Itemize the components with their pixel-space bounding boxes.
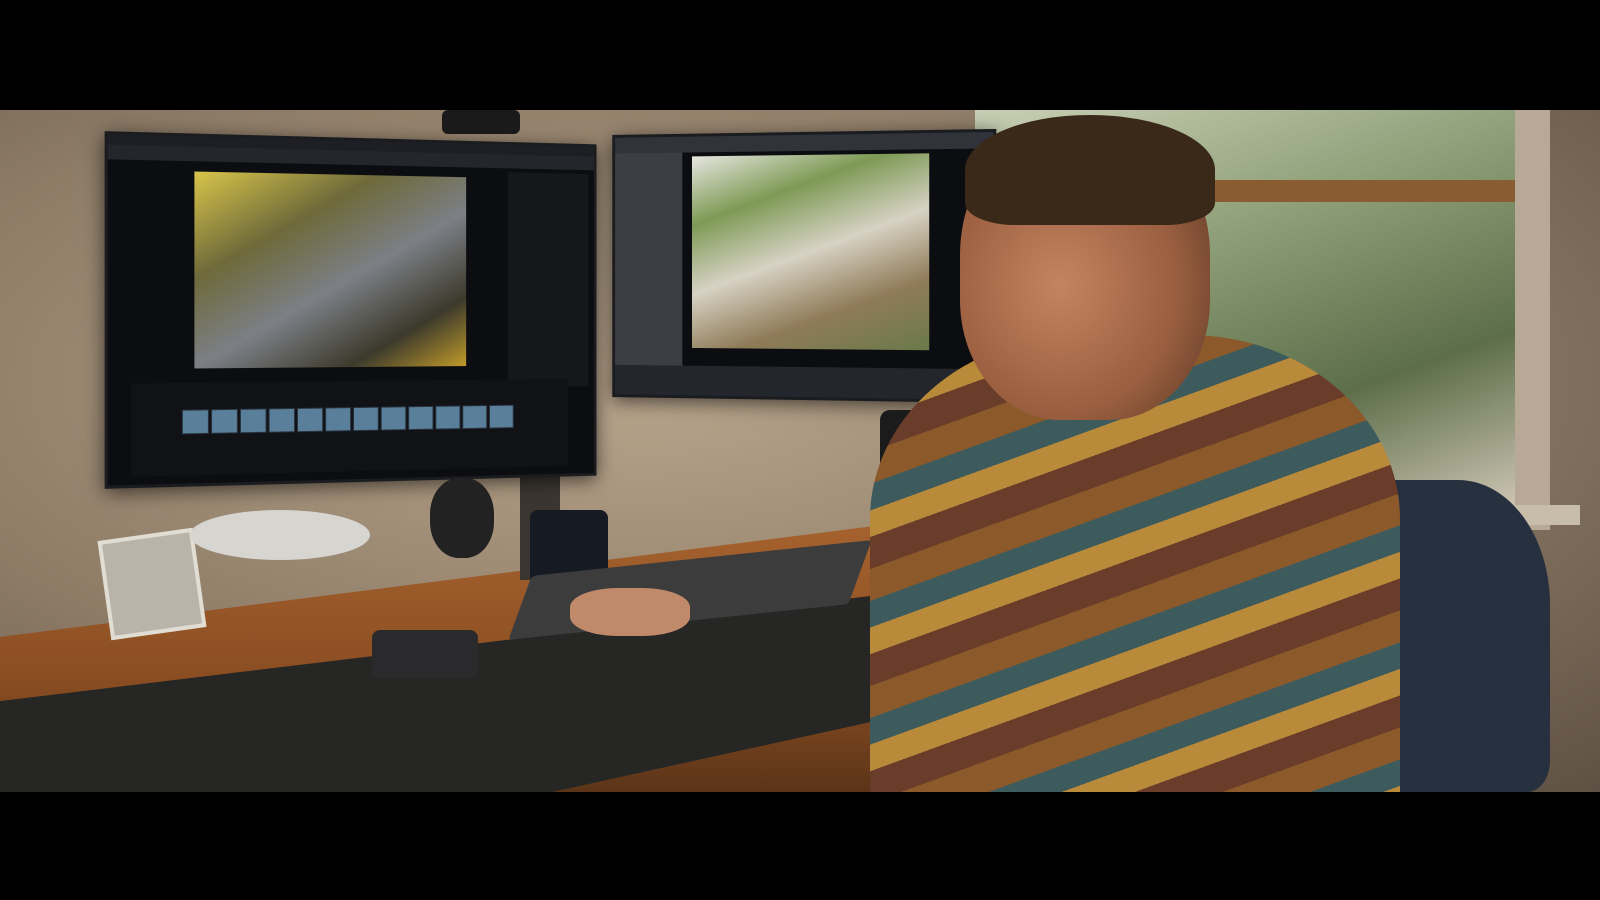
timeline-clip bbox=[380, 406, 407, 431]
letterbox-frame bbox=[0, 0, 1600, 900]
person bbox=[870, 115, 1430, 792]
timeline-clip bbox=[181, 409, 209, 435]
hand bbox=[570, 588, 690, 636]
window-frame-side bbox=[1515, 110, 1550, 530]
timeline-clip bbox=[408, 405, 434, 431]
hair bbox=[965, 115, 1215, 225]
timeline-clip bbox=[489, 404, 514, 429]
desk-lamp bbox=[190, 510, 370, 560]
timeline-clip bbox=[462, 405, 488, 430]
webcam bbox=[442, 110, 520, 134]
timeline-clip bbox=[239, 408, 267, 434]
photo-frame bbox=[97, 527, 207, 641]
editor-side-panel bbox=[508, 172, 589, 388]
photo-scene bbox=[0, 110, 1600, 792]
left-monitor bbox=[104, 131, 597, 489]
viewer-sidebar bbox=[615, 152, 683, 380]
control-dial bbox=[372, 630, 478, 678]
timeline-clip bbox=[435, 405, 461, 430]
timeline-clip bbox=[325, 407, 352, 432]
timeline-clip bbox=[296, 407, 324, 433]
timeline-clip bbox=[353, 406, 379, 432]
editor-timeline bbox=[131, 378, 568, 477]
timeline-clip bbox=[211, 408, 238, 434]
smart-speaker bbox=[430, 478, 494, 558]
video-preview bbox=[194, 171, 467, 369]
timeline-clip bbox=[268, 407, 295, 433]
